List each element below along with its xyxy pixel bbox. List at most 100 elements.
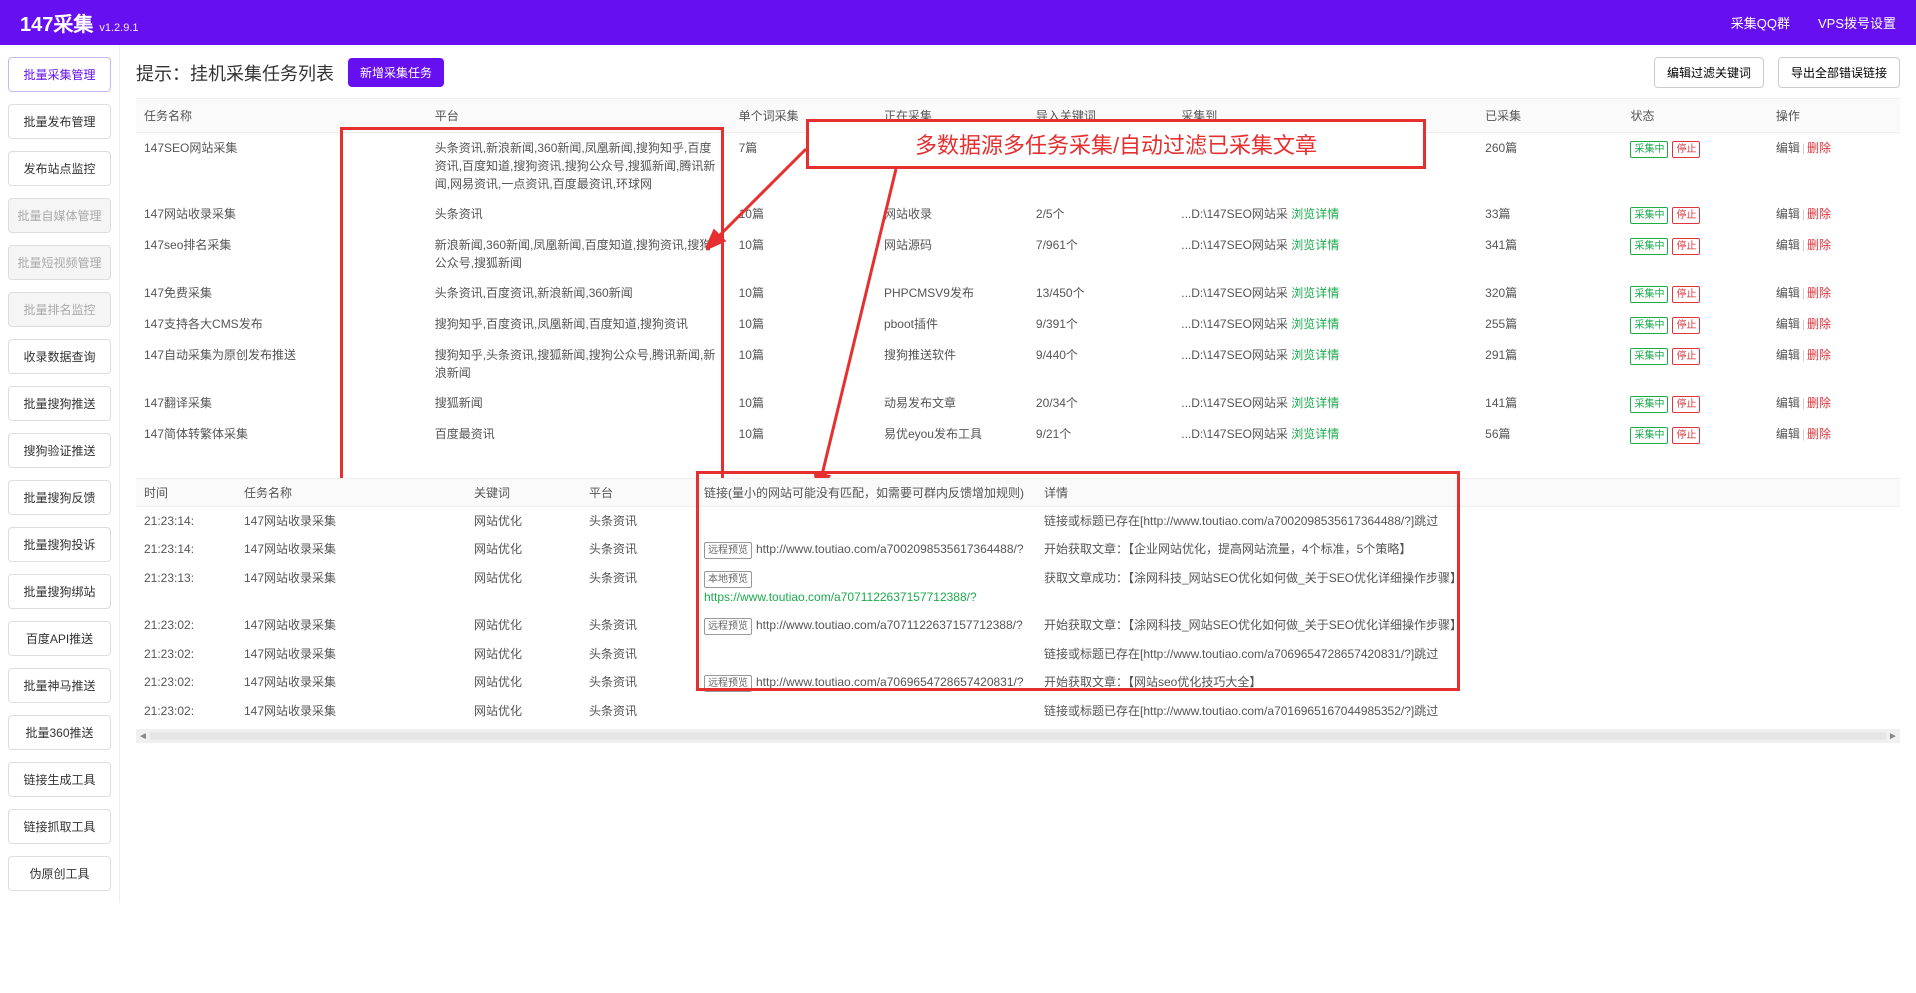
browse-link[interactable]: 浏览详情 [1291,396,1339,410]
cell-single: 10篇 [731,419,876,450]
cell-dest: ...D:\147SEO网站采 浏览详情 [1173,278,1477,309]
cell-plat: 头条资讯 [581,507,696,536]
cell-kw: 网站优化 [466,507,581,536]
edit-link[interactable]: 编辑 [1776,396,1800,410]
browse-link[interactable]: 浏览详情 [1291,427,1339,441]
header-link-vps[interactable]: VPS拨号设置 [1818,13,1896,32]
cell-time: 21:23:13: [136,564,236,611]
edit-link[interactable]: 编辑 [1776,427,1800,441]
browse-link[interactable]: 浏览详情 [1291,348,1339,362]
edit-link[interactable]: 编辑 [1776,207,1800,221]
sidebar-item-8[interactable]: 搜狗验证推送 [8,433,111,468]
cell-op: 编辑|删除 [1768,278,1900,309]
delete-link[interactable]: 删除 [1807,317,1831,331]
edit-link[interactable]: 编辑 [1776,348,1800,362]
cell-status: 采集中停止 [1622,199,1767,230]
log-url[interactable]: https://www.toutiao.com/a707112263715771… [704,590,977,604]
log-table: 时间 任务名称 关键词 平台 链接(量小的网站可能没有匹配，如需要可群内反馈增加… [136,479,1900,725]
edit-link[interactable]: 编辑 [1776,238,1800,252]
cell-time: 21:23:02: [136,668,236,697]
status-badge: 采集中 [1630,317,1668,334]
delete-link[interactable]: 删除 [1807,348,1831,362]
log-url[interactable]: http://www.toutiao.com/a7071122637157712… [756,618,1023,632]
stop-button[interactable]: 停止 [1672,141,1700,158]
delete-link[interactable]: 删除 [1807,207,1831,221]
cell-dest: ...D:\147SEO网站采 浏览详情 [1173,419,1477,450]
sidebar-item-2[interactable]: 发布站点监控 [8,151,111,186]
header-link-qq[interactable]: 采集QQ群 [1731,13,1790,32]
delete-link[interactable]: 删除 [1807,427,1831,441]
cell-platform: 新浪新闻,360新闻,凤凰新闻,百度知道,搜狗资讯,搜狗公众号,搜狐新闻 [427,230,731,278]
sidebar-item-1[interactable]: 批量发布管理 [8,104,111,139]
sidebar-item-11[interactable]: 批量搜狗绑站 [8,574,111,609]
cell-platform: 搜狐新闻 [427,388,731,419]
edit-link[interactable]: 编辑 [1776,317,1800,331]
scroll-left-icon[interactable]: ◄ [136,731,150,742]
cell-dest: ...D:\147SEO网站采 浏览详情 [1173,230,1477,278]
delete-link[interactable]: 删除 [1807,286,1831,300]
scroll-right-icon[interactable]: ► [1886,731,1900,742]
log-row: 21:23:02:147网站收录采集网站优化头条资讯链接或标题已存在[http:… [136,697,1900,725]
cell-time: 21:23:14: [136,535,236,564]
stop-button[interactable]: 停止 [1672,207,1700,224]
sidebar-item-10[interactable]: 批量搜狗投诉 [8,527,111,562]
browse-link[interactable]: 浏览详情 [1291,317,1339,331]
cell-link: 远程预览http://www.toutiao.com/a700209853561… [696,535,1036,564]
cell-link [696,507,1036,536]
th2-detail: 详情 [1036,479,1900,507]
sidebar-item-0[interactable]: 批量采集管理 [8,57,111,92]
cell-imported: 2/5个 [1028,199,1173,230]
sidebar-item-5: 批量排名监控 [8,292,111,327]
edit-link[interactable]: 编辑 [1776,141,1800,155]
cell-name: 147简体转繁体采集 [136,419,427,450]
delete-link[interactable]: 删除 [1807,396,1831,410]
browse-link[interactable]: 浏览详情 [1291,238,1339,252]
sidebar-item-6[interactable]: 收录数据查询 [8,339,111,374]
sidebar-item-13[interactable]: 批量神马推送 [8,668,111,703]
cell-detail: 链接或标题已存在[http://www.toutiao.com/a7016965… [1036,697,1900,725]
app-title: 147采集 [20,8,93,37]
stop-button[interactable]: 停止 [1672,348,1700,365]
edit-link[interactable]: 编辑 [1776,286,1800,300]
cell-task: 147网站收录采集 [236,697,466,725]
sidebar-item-14[interactable]: 批量360推送 [8,715,111,750]
sidebar-item-17[interactable]: 伪原创工具 [8,856,111,891]
th-collecting: 正在采集 [876,99,1028,133]
delete-link[interactable]: 删除 [1807,238,1831,252]
browse-link[interactable]: 浏览详情 [1291,286,1339,300]
cell-collecting: 搜狗推送软件 [876,340,1028,388]
cell-task: 147网站收录采集 [236,564,466,611]
cell-dest: ...D:\147SEO网站采 浏览详情 [1173,199,1477,230]
sidebar-item-12[interactable]: 百度API推送 [8,621,111,656]
edit-filter-button[interactable]: 编辑过滤关键词 [1654,57,1764,88]
stop-button[interactable]: 停止 [1672,238,1700,255]
cell-status: 采集中停止 [1622,278,1767,309]
cell-collecting: 网站收录 [876,199,1028,230]
add-task-button[interactable]: 新增采集任务 [348,58,444,87]
sidebar-item-7[interactable]: 批量搜狗推送 [8,386,111,421]
cell-collected: 320篇 [1477,278,1622,309]
cell-collecting: 易优eyou发布工具 [876,419,1028,450]
cell-status: 采集中停止 [1622,419,1767,450]
cell-collected: 255篇 [1477,309,1622,340]
delete-link[interactable]: 删除 [1807,141,1831,155]
cell-op: 编辑|删除 [1768,133,1900,200]
th-name: 任务名称 [136,99,427,133]
sidebar-item-16[interactable]: 链接抓取工具 [8,809,111,844]
log-row: 21:23:13:147网站收录采集网站优化头条资讯本地预览https://ww… [136,564,1900,611]
cell-platform: 百度最资讯 [427,419,731,450]
cell-collecting: 网站源码 [876,230,1028,278]
stop-button[interactable]: 停止 [1672,427,1700,444]
browse-link[interactable]: 浏览详情 [1291,141,1339,155]
sidebar-item-9[interactable]: 批量搜狗反馈 [8,480,111,515]
export-errors-button[interactable]: 导出全部错误链接 [1778,57,1900,88]
sidebar-item-15[interactable]: 链接生成工具 [8,762,111,797]
cell-detail: 开始获取文章：【企业网站优化，提高网站流量，4个标准，5个策略】 [1036,535,1900,564]
stop-button[interactable]: 停止 [1672,317,1700,334]
stop-button[interactable]: 停止 [1672,286,1700,303]
log-url[interactable]: http://www.toutiao.com/a7002098535617364… [756,542,1024,556]
log-url[interactable]: http://www.toutiao.com/a7069654728657420… [756,675,1024,689]
browse-link[interactable]: 浏览详情 [1291,207,1339,221]
horizontal-scrollbar[interactable]: ◄ ► [136,729,1900,743]
stop-button[interactable]: 停止 [1672,396,1700,413]
